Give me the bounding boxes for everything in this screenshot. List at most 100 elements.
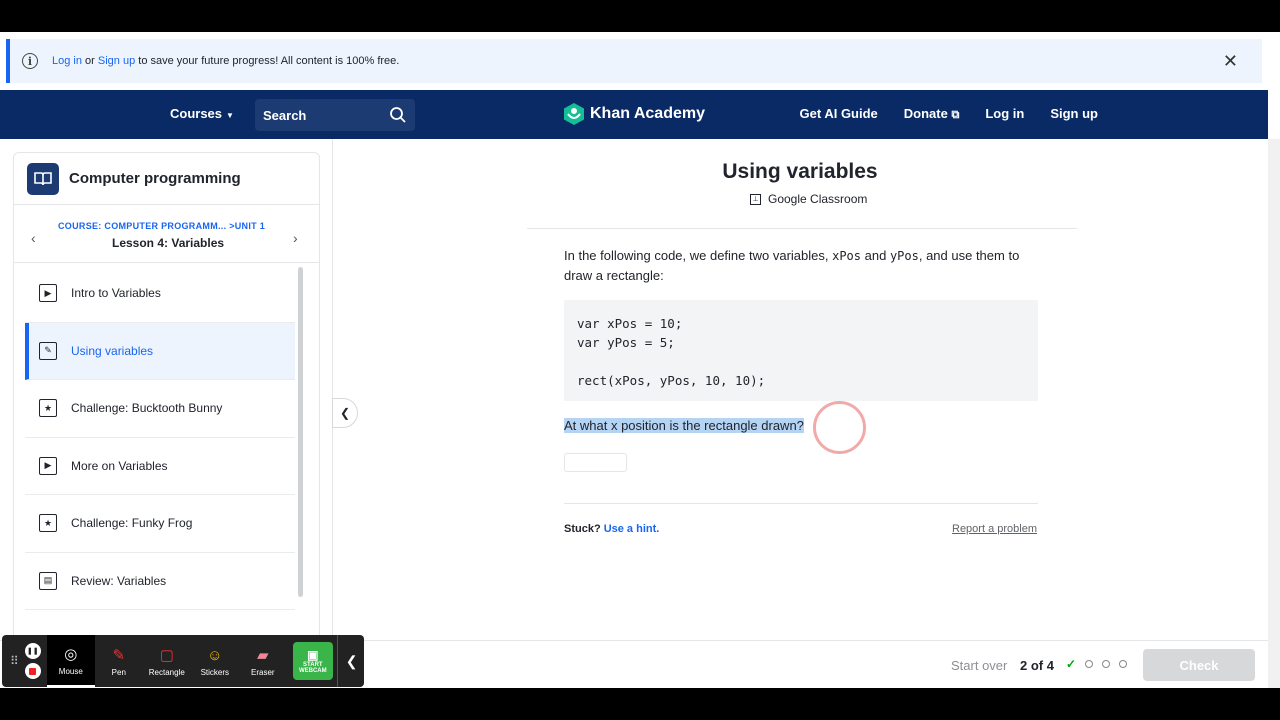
nav-link-signup[interactable]: Sign up <box>1050 106 1098 122</box>
question-text: At what x position is the rectangle draw… <box>564 418 804 433</box>
sidebar-item-challenge-bucktooth-bunny[interactable]: ★ Challenge: Bucktooth Bunny <box>25 380 295 438</box>
star-icon: ★ <box>39 514 57 533</box>
search-icon <box>390 107 406 123</box>
brand-name: Khan Academy <box>590 105 705 122</box>
intro-text: In the following code, we define two var… <box>564 248 833 263</box>
sidebar-header: Computer programming <box>14 153 319 205</box>
external-link-icon: ⧉ <box>951 109 960 121</box>
mouse-tool[interactable]: ◎ Mouse <box>46 635 95 687</box>
donate-label: Donate <box>903 106 948 121</box>
collapse-sidebar-button[interactable]: ❮ <box>332 398 358 428</box>
report-problem-link[interactable]: Report a problem <box>952 523 1037 535</box>
banner-login-link[interactable]: Log in <box>52 55 82 67</box>
progress-dot <box>1085 660 1094 668</box>
sidebar-item-label: Review: Variables <box>71 573 167 588</box>
pen-icon: ✎ <box>112 646 126 664</box>
divider <box>527 228 1077 229</box>
google-classroom-label: Google Classroom <box>768 192 868 206</box>
tool-label: Rectangle <box>148 667 185 677</box>
mouse-cursor-icon: ◎ <box>64 645 78 663</box>
sidebar-scrollbar[interactable] <box>298 267 303 597</box>
tool-label: Stickers <box>200 667 230 677</box>
letterbox-bottom <box>0 688 1280 720</box>
play-icon: ▶ <box>39 284 57 303</box>
tool-label: Eraser <box>251 667 275 677</box>
nav-link-ai-guide[interactable]: Get AI Guide <box>800 106 878 122</box>
question-intro: In the following code, we define two var… <box>564 246 1044 285</box>
content-divider <box>332 139 333 641</box>
banner-signup-link[interactable]: Sign up <box>98 55 135 67</box>
book-icon <box>27 162 59 195</box>
sidebar-item-label: More on Variables <box>71 458 168 473</box>
top-nav: Courses ▼ Search Khan Academy Get AI Guid… <box>0 90 1268 139</box>
nav-links: Get AI Guide Donate ⧉ Log in Sign up <box>800 106 1098 122</box>
start-webcam-button[interactable]: ▣ START WEBCAM <box>292 642 333 680</box>
tool-label: Mouse <box>58 666 83 676</box>
checkmark-icon: ✓ <box>1066 657 1077 671</box>
webcam-label: START WEBCAM <box>298 662 327 674</box>
answer-input[interactable] <box>564 453 627 472</box>
search-placeholder: Search <box>263 108 307 123</box>
pause-icon[interactable]: ❚❚ <box>24 643 41 659</box>
banner-rest-text: to save your future progress! All conten… <box>135 55 400 67</box>
sidebar-item-label: Challenge: Bucktooth Bunny <box>71 401 223 416</box>
breadcrumb: ‹ COURSE: COMPUTER PROGRAMM... >UNIT 1 L… <box>14 205 319 263</box>
sidebar-item-using-variables[interactable]: ✎ Using variables <box>25 322 295 380</box>
classroom-icon: ⊥ <box>750 193 761 205</box>
highlighted-question: At what x position is the rectangle draw… <box>564 418 804 433</box>
recording-controls: ❚❚ <box>24 643 41 679</box>
sidebar-title[interactable]: Computer programming <box>69 170 241 187</box>
stickers-tool[interactable]: ☺ Stickers <box>191 635 239 687</box>
document-icon: ▤ <box>39 571 57 590</box>
screen-recorder-toolbar: ⠿ ❚❚ ◎ Mouse ✎ Pen ▢ Rectangle ☺ Sticker… <box>2 635 364 687</box>
course-breadcrumb-link[interactable]: COURSE: COMPUTER PROGRAMM... >UNIT 1 <box>58 221 265 231</box>
code-block: var xPos = 10; var yPos = 5; rect(xPos, … <box>564 300 1038 401</box>
chevron-left-icon: ❮ <box>339 406 351 420</box>
use-hint-link[interactable]: Use a hint. <box>604 523 660 535</box>
progress-dot <box>1119 660 1128 668</box>
lesson-title: Lesson 4: Variables <box>112 236 225 250</box>
google-classroom-button[interactable]: ⊥ Google Classroom <box>750 192 867 206</box>
inline-code: yPos <box>889 249 919 263</box>
star-icon: ★ <box>39 399 57 418</box>
courses-label: Courses <box>170 106 223 121</box>
sidebar-item-challenge-funky-frog[interactable]: ★ Challenge: Funky Frog <box>25 495 295 553</box>
pen-tool[interactable]: ✎ Pen <box>95 635 143 687</box>
eraser-tool[interactable]: ▰ Eraser <box>239 635 287 687</box>
webcam-icon: ▣ <box>307 648 319 662</box>
chevron-left-icon[interactable]: ❮ <box>346 653 358 670</box>
eraser-icon: ▰ <box>257 646 269 664</box>
khan-academy-logo[interactable]: Khan Academy <box>564 103 705 125</box>
page-scrollbar[interactable] <box>1268 139 1280 688</box>
rectangle-tool[interactable]: ▢ Rectangle <box>143 635 191 687</box>
stop-recording-icon[interactable] <box>24 663 41 679</box>
search-input[interactable]: Search <box>255 99 415 131</box>
stuck-label: Stuck? <box>564 523 601 535</box>
signup-banner: i Log in or Sign up to save your future … <box>6 39 1262 83</box>
close-icon[interactable]: ✕ <box>1223 51 1238 72</box>
intro-text: and <box>861 248 890 263</box>
browser-viewport: i Log in or Sign up to save your future … <box>0 32 1280 688</box>
nav-link-login[interactable]: Log in <box>985 106 1024 122</box>
drag-handle-icon[interactable]: ⠿ <box>10 654 19 668</box>
sidebar-item-review-variables[interactable]: ▤ Review: Variables <box>25 553 295 610</box>
sidebar-item-label: Intro to Variables <box>71 286 161 301</box>
page-title: Using variables <box>722 160 878 183</box>
tool-label: Pen <box>111 667 126 677</box>
banner-or-text: or <box>81 55 98 67</box>
nav-link-donate[interactable]: Donate ⧉ <box>904 106 960 122</box>
sidebar-item-label: Using variables <box>71 343 154 358</box>
courses-menu[interactable]: Courses ▼ <box>170 106 234 121</box>
chevron-right-icon[interactable]: › <box>293 230 298 246</box>
cursor-highlight <box>813 401 866 454</box>
banner-message: Log in or Sign up to save your future pr… <box>52 55 399 67</box>
sidebar-item-intro-to-variables[interactable]: ▶ Intro to Variables <box>25 265 295 323</box>
progress-dot <box>1102 660 1111 668</box>
sidebar-item-more-on-variables[interactable]: ▶ More on Variables <box>25 438 295 495</box>
progress-count: 2 of 4 <box>1020 658 1054 673</box>
chevron-left-icon[interactable]: ‹ <box>31 230 36 246</box>
check-button[interactable]: Check <box>1143 649 1255 681</box>
start-over-button[interactable]: Start over <box>951 658 1007 673</box>
lesson-list: ▶ Intro to Variables ✎ Using variables ★… <box>25 265 295 610</box>
info-icon: i <box>22 53 38 69</box>
